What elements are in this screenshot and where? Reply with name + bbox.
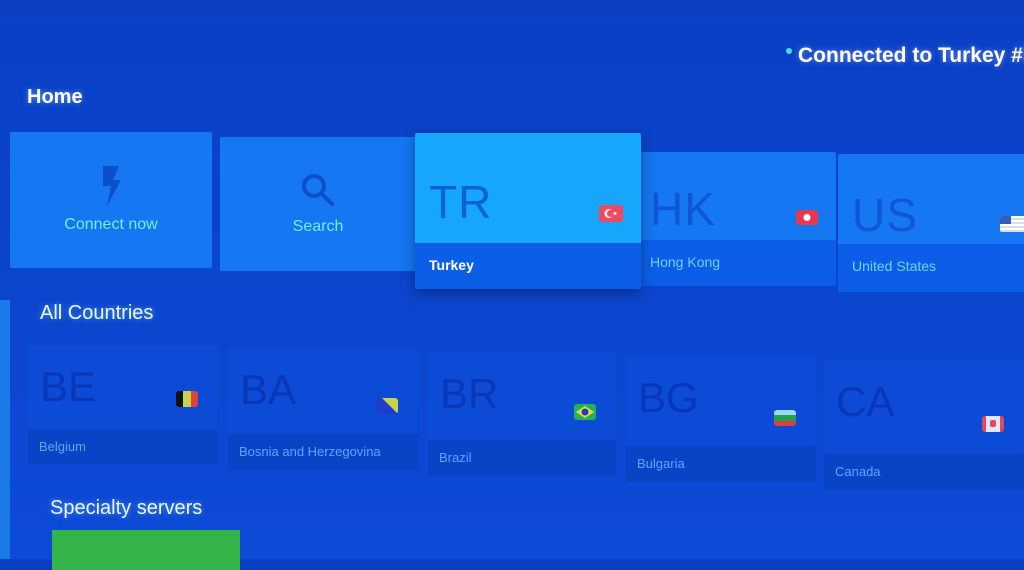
country-code: BA	[240, 366, 297, 413]
country-name: United States	[852, 258, 937, 274]
country-code: HK	[650, 183, 716, 235]
home-title: Home	[27, 86, 83, 108]
connect-now-button[interactable]: Connect now	[10, 132, 212, 268]
search-label: Search	[292, 218, 344, 235]
status-dot-icon	[786, 48, 792, 54]
country-name: Belgium	[39, 439, 86, 454]
connection-status: Connected to Turkey #5	[786, 44, 1024, 68]
us-flag-icon	[1000, 216, 1024, 232]
country-tile-brazil[interactable]: BR Brazil	[428, 352, 616, 476]
country-tile-bosnia[interactable]: BA Bosnia and Herzegovina	[228, 348, 418, 470]
brazil-flag-icon	[574, 404, 596, 420]
lightning-bolt-icon	[99, 166, 123, 206]
connect-now-label: Connect now	[64, 216, 158, 233]
country-tile-canada[interactable]: CA Canada	[824, 360, 1024, 490]
country-name: Bulgaria	[637, 456, 685, 471]
canada-flag-icon	[982, 416, 1004, 432]
specialty-server-tile[interactable]	[52, 530, 240, 570]
country-name: Canada	[835, 464, 881, 479]
bosnia-flag-icon	[376, 398, 398, 414]
country-tile-hong-kong[interactable]: HK Hong Kong	[636, 152, 836, 286]
country-tile-belgium[interactable]: BE Belgium	[28, 345, 218, 465]
screen-edge	[0, 300, 10, 559]
country-code: BR	[440, 370, 499, 417]
country-code: US	[852, 189, 918, 241]
all-countries-title: All Countries	[40, 302, 154, 324]
country-code: BE	[40, 363, 97, 410]
country-tile-turkey[interactable]: TR Turkey	[415, 133, 641, 289]
country-name: Hong Kong	[650, 254, 721, 270]
country-code: TR	[429, 176, 493, 228]
country-code: CA	[836, 378, 895, 425]
specialty-servers-title: Specialty servers	[50, 497, 203, 519]
turkey-flag-icon	[599, 205, 623, 222]
hong-kong-flag-icon	[796, 210, 818, 225]
country-tile-united-states[interactable]: US United States	[838, 154, 1024, 292]
country-code: BG	[638, 374, 699, 421]
country-name: Turkey	[429, 257, 474, 273]
country-name: Brazil	[439, 450, 472, 465]
search-icon	[300, 172, 336, 208]
search-button[interactable]: Search	[220, 137, 416, 271]
belgium-flag-icon	[176, 391, 198, 407]
country-name: Bosnia and Herzegovina	[239, 444, 381, 459]
country-tile-bulgaria[interactable]: BG Bulgaria	[626, 356, 816, 482]
bulgaria-flag-icon	[774, 410, 796, 426]
